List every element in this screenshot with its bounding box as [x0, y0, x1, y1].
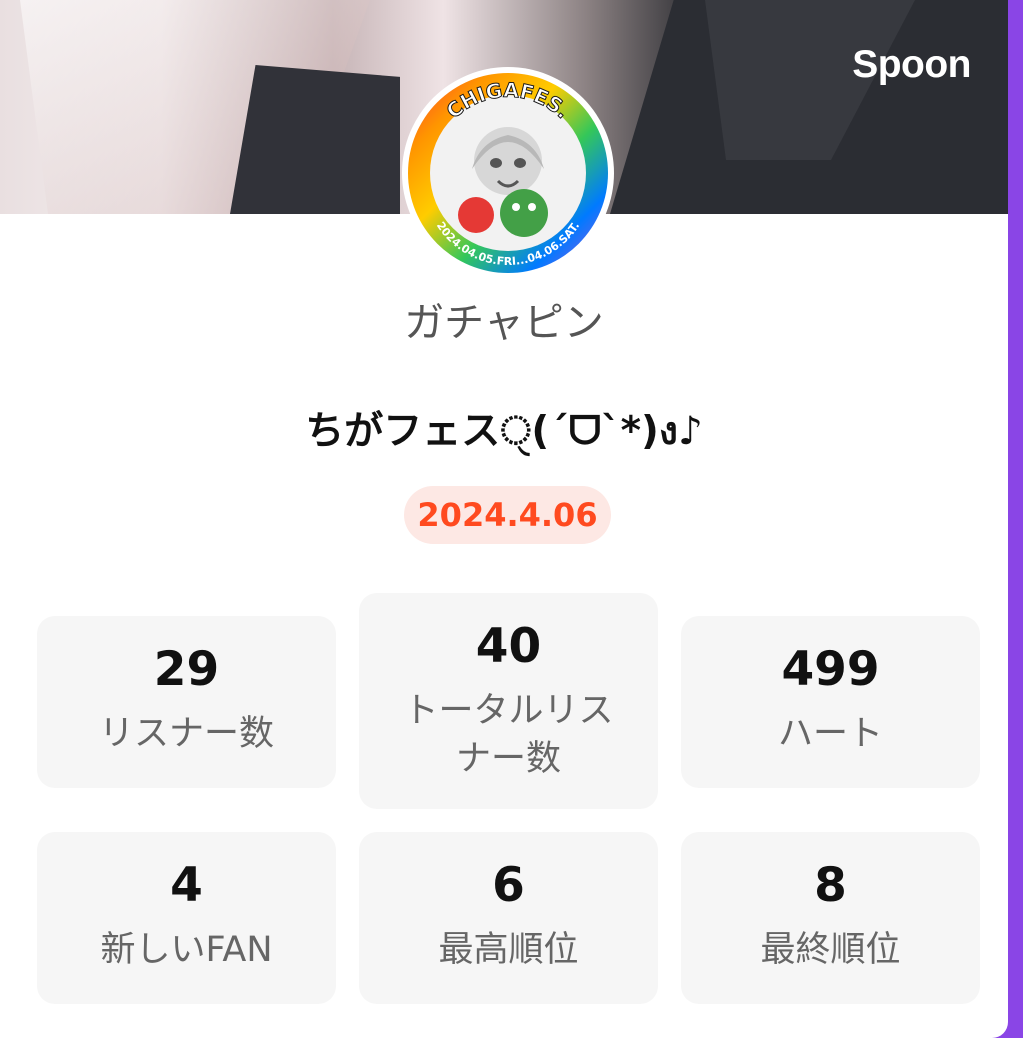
- stat-value: 8: [814, 858, 847, 913]
- profile-avatar[interactable]: CHIGAFES. 2024.04.05.FRI...04.06.SAT.: [400, 65, 616, 281]
- avatar-badge-icon: CHIGAFES. 2024.04.05.FRI...04.06.SAT.: [402, 67, 614, 279]
- report-card: Spoon CHIGAFES. 2024.04.05.FRI...04.06.S…: [0, 0, 1008, 1038]
- live-title: ちがフェスੑ(´ᗜ`*)ง♪: [305, 409, 703, 454]
- stat-best-rank: 6 最高順位: [359, 832, 658, 1004]
- stat-value: 40: [475, 619, 542, 674]
- stat-label: 最終順位: [760, 930, 901, 970]
- date-badge: 2024.4.06: [404, 486, 611, 544]
- spoon-logo: Spoon: [852, 43, 971, 86]
- stat-value: 6: [492, 858, 525, 913]
- stat-label: 新しいFAN: [100, 930, 273, 970]
- stat-value: 4: [170, 858, 203, 913]
- username: ガチャピン: [404, 300, 604, 346]
- stat-label: 最高順位: [438, 930, 579, 970]
- stat-label: ハート: [777, 714, 883, 754]
- stat-value: 29: [153, 642, 220, 697]
- stat-hearts: 499 ハート: [681, 616, 980, 788]
- app-frame: Spoon CHIGAFES. 2024.04.05.FRI...04.06.S…: [0, 0, 1023, 1038]
- banner-jacket-shape: [230, 65, 400, 214]
- stat-final-rank: 8 最終順位: [681, 832, 980, 1004]
- stat-total-listeners: 40 トータルリス ナー数: [359, 593, 658, 809]
- stat-label-line-2: ナー数: [455, 739, 561, 779]
- stat-label: リスナー数: [98, 714, 274, 754]
- stat-new-fans: 4 新しいFAN: [37, 832, 336, 1004]
- stat-listeners: 29 リスナー数: [37, 616, 336, 788]
- stat-value: 499: [781, 642, 880, 697]
- stat-label-line-1: トータルリス: [403, 691, 614, 731]
